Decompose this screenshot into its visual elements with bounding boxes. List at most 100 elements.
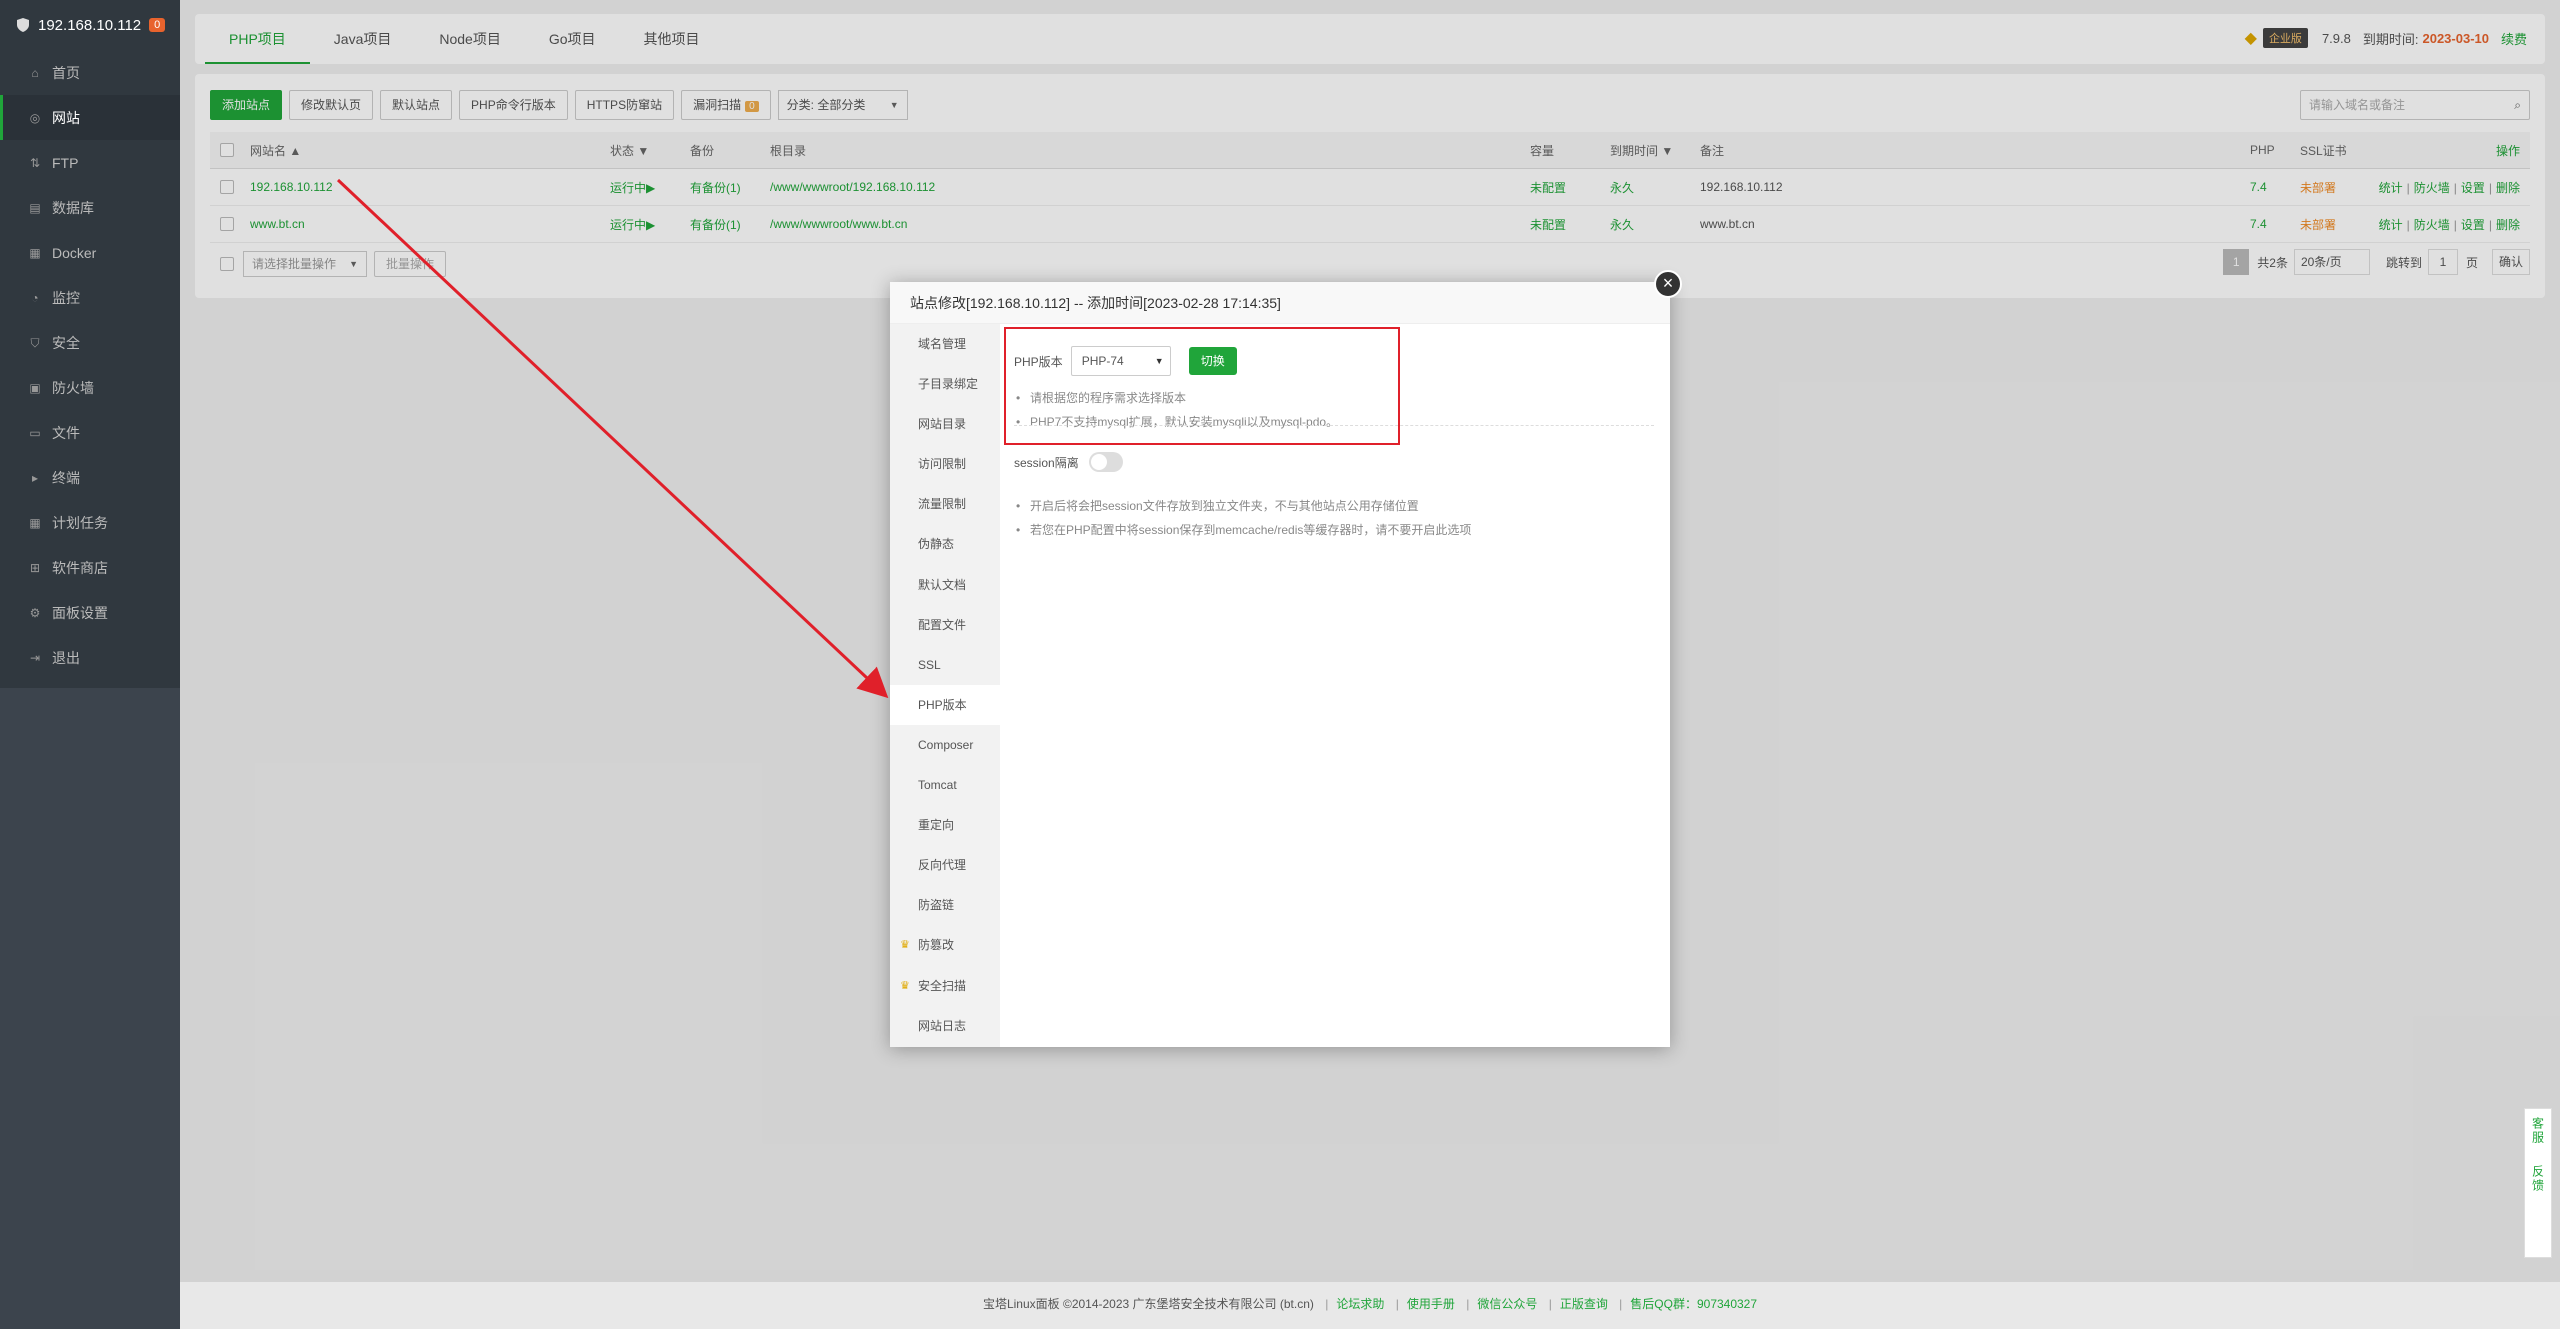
dialog-nav-label: 重定向 bbox=[918, 818, 955, 833]
dialog-nav-item[interactable]: Tomcat bbox=[890, 765, 1000, 805]
dialog-nav-label: 安全扫描 bbox=[918, 978, 967, 993]
forum-link[interactable]: 论坛求助 bbox=[1336, 1297, 1384, 1311]
dialog-nav-label: 防篡改 bbox=[918, 938, 955, 953]
sidebar-item-label: 文件 bbox=[52, 424, 80, 441]
sidebar-item[interactable]: ⇥ 退出 bbox=[0, 635, 180, 680]
sidebar-item-label: 数据库 bbox=[52, 199, 94, 216]
dialog-nav-item[interactable]: 域名管理 bbox=[890, 324, 1000, 364]
feedback-button[interactable]: 反馈 bbox=[2530, 1165, 2547, 1193]
sidebar-item[interactable]: ⇅ FTP bbox=[0, 140, 180, 185]
sidebar-item[interactable]: ◎ 网站 bbox=[0, 95, 180, 140]
dialog-nav-label: Tomcat bbox=[918, 778, 957, 793]
dialog-nav-label: 流量限制 bbox=[918, 497, 967, 512]
sidebar-item-label: 安全 bbox=[52, 334, 80, 351]
qq-group-link[interactable]: 售后QQ群：907340327 bbox=[1630, 1297, 1757, 1311]
sidebar-item-label: 计划任务 bbox=[52, 514, 108, 531]
dialog-nav-item[interactable]: PHP版本 bbox=[890, 684, 1000, 725]
manual-link[interactable]: 使用手册 bbox=[1407, 1297, 1455, 1311]
sidebar-item-label: FTP bbox=[52, 154, 79, 171]
session-toggle[interactable] bbox=[1088, 452, 1123, 472]
sidebar-item[interactable]: ▦ Docker bbox=[0, 230, 180, 275]
session-row: session隔离 bbox=[1014, 452, 1123, 472]
dialog-nav-label: 访问限制 bbox=[918, 457, 967, 472]
sidebar-item-label: 终端 bbox=[52, 469, 80, 486]
sidebar-item[interactable]: ▣ 防火墙 bbox=[0, 365, 180, 410]
dialog-nav-item[interactable]: 访问限制 bbox=[890, 444, 1000, 484]
dialog-nav-item[interactable]: 流量限制 bbox=[890, 484, 1000, 524]
dialog-nav-item[interactable]: 默认文档 bbox=[890, 565, 1000, 605]
settings-icon: ⚙ bbox=[29, 605, 41, 620]
dialog-nav-label: 网站目录 bbox=[918, 417, 967, 432]
sidebar-item-label: 监控 bbox=[52, 289, 80, 306]
sidebar-item-label: 首页 bbox=[52, 64, 80, 81]
sidebar-item[interactable]: ⌂ 首页 bbox=[0, 50, 180, 95]
server-host: 192.168.10.112 bbox=[38, 16, 142, 34]
dialog-nav-item[interactable]: 重定向 bbox=[890, 805, 1000, 845]
license-check-link[interactable]: 正版查询 bbox=[1560, 1297, 1608, 1311]
sidebar-item[interactable]: ▦ 计划任务 bbox=[0, 500, 180, 545]
sidebar-item[interactable]: ⛉ 安全 bbox=[0, 320, 180, 365]
grid-icon: ⊞ bbox=[29, 560, 41, 575]
dialog-nav-label: PHP版本 bbox=[918, 697, 967, 712]
dialog-nav-item[interactable]: 子目录绑定 bbox=[890, 364, 1000, 404]
session-tip: 开启后将会把session文件存放到独立文件夹，不与其他站点公用存储位置 bbox=[1014, 494, 1471, 518]
dialog-nav-item[interactable]: SSL bbox=[890, 645, 1000, 685]
crown-icon: ♛ bbox=[900, 939, 910, 952]
close-icon[interactable]: × bbox=[1654, 270, 1682, 298]
dialog-nav-label: 网站日志 bbox=[918, 1018, 967, 1033]
dialog-nav-item[interactable]: 伪静态 bbox=[890, 524, 1000, 564]
folder-icon: ▭ bbox=[29, 425, 41, 440]
dialog-nav-item[interactable]: ♛ 防篡改 bbox=[890, 925, 1000, 965]
dialog-nav-label: 防盗链 bbox=[918, 898, 955, 913]
dialog-nav-label: 配置文件 bbox=[918, 617, 967, 632]
dialog-nav-item[interactable]: 配置文件 bbox=[890, 605, 1000, 645]
home-icon: ⌂ bbox=[31, 65, 39, 80]
sidebar: 192.168.10.112 0 ⌂ 首页 ◎ 网站 ⇅ FTP ▤ 数据库 ▦ Docker ◔ 监… bbox=[0, 0, 180, 1329]
sidebar-item-label: Docker bbox=[52, 244, 97, 261]
sidebar-item-label: 网站 bbox=[52, 109, 80, 126]
docker-icon: ▦ bbox=[29, 245, 41, 260]
copyright-text: 宝塔Linux面板 ©2014-2023 广东堡塔安全技术有限公司 (bt.cn… bbox=[982, 1297, 1314, 1311]
logout-icon: ⇥ bbox=[29, 650, 41, 665]
dialog-nav-item[interactable]: ♛ 安全扫描 bbox=[890, 966, 1000, 1006]
sidebar-item-label: 防火墙 bbox=[52, 379, 94, 396]
sidebar-menu: ⌂ 首页 ◎ 网站 ⇅ FTP ▤ 数据库 ▦ Docker ◔ 监控 ⛉ 安全 ▣ 防火墙 ▭ 文件 ▸ 终端 ▦ 计划… bbox=[0, 50, 180, 688]
session-label: session隔离 bbox=[1014, 455, 1079, 470]
sidebar-item[interactable]: ⊞ 软件商店 bbox=[0, 545, 180, 590]
sidebar-item-label: 软件商店 bbox=[52, 559, 108, 576]
dialog-nav-label: 子目录绑定 bbox=[918, 377, 979, 392]
session-tips: 开启后将会把session文件存放到独立文件夹，不与其他站点公用存储位置 若您在… bbox=[1014, 494, 1471, 542]
wechat-link[interactable]: 微信公众号 bbox=[1477, 1297, 1537, 1311]
sidebar-item[interactable]: ▭ 文件 bbox=[0, 410, 180, 455]
sidebar-item[interactable]: ◔ 监控 bbox=[0, 275, 180, 320]
globe-icon: ◎ bbox=[29, 110, 41, 125]
calendar-icon: ▦ bbox=[29, 515, 41, 530]
footer: 宝塔Linux面板 ©2014-2023 广东堡塔安全技术有限公司 (bt.cn… bbox=[180, 1282, 2560, 1329]
session-tip: 若您在PHP配置中将session保存到memcache/redis等缓存器时，… bbox=[1014, 518, 1471, 542]
database-icon: ▤ bbox=[29, 200, 41, 215]
side-float-panel: 客服 反馈 bbox=[2524, 1108, 2552, 1258]
ftp-icon: ⇅ bbox=[29, 155, 41, 170]
sidebar-item[interactable]: ▤ 数据库 bbox=[0, 185, 180, 230]
panel-logo-icon bbox=[17, 18, 29, 32]
sidebar-item[interactable]: ▸ 终端 bbox=[0, 455, 180, 500]
sidebar-header: 192.168.10.112 0 bbox=[0, 0, 180, 50]
shield-icon: ⛉ bbox=[30, 335, 40, 350]
dialog-nav-item[interactable]: 网站目录 bbox=[890, 404, 1000, 444]
crown-icon: ♛ bbox=[900, 979, 910, 992]
notification-badge[interactable]: 0 bbox=[149, 18, 166, 32]
monitor-icon: ◔ bbox=[31, 290, 39, 305]
sidebar-item-label: 面板设置 bbox=[52, 604, 108, 621]
dialog-title: 站点修改[192.168.10.112] -- 添加时间[2023-02-28 … bbox=[890, 282, 1670, 324]
dialog-nav-item[interactable]: 网站日志 bbox=[890, 1006, 1000, 1046]
dialog-nav-label: 反向代理 bbox=[918, 858, 967, 873]
sidebar-item-label: 退出 bbox=[52, 649, 80, 666]
dialog-nav-item[interactable]: Composer bbox=[890, 725, 1000, 765]
firewall-icon: ▣ bbox=[29, 380, 41, 395]
dialog-nav-item[interactable]: 防盗链 bbox=[890, 885, 1000, 925]
customer-service-button[interactable]: 客服 bbox=[2530, 1117, 2547, 1145]
sidebar-item[interactable]: ⚙ 面板设置 bbox=[0, 590, 180, 635]
dialog-nav-item[interactable]: 反向代理 bbox=[890, 845, 1000, 885]
dialog-nav-label: 域名管理 bbox=[918, 337, 967, 351]
annotation-highlight-box bbox=[1004, 327, 1400, 445]
